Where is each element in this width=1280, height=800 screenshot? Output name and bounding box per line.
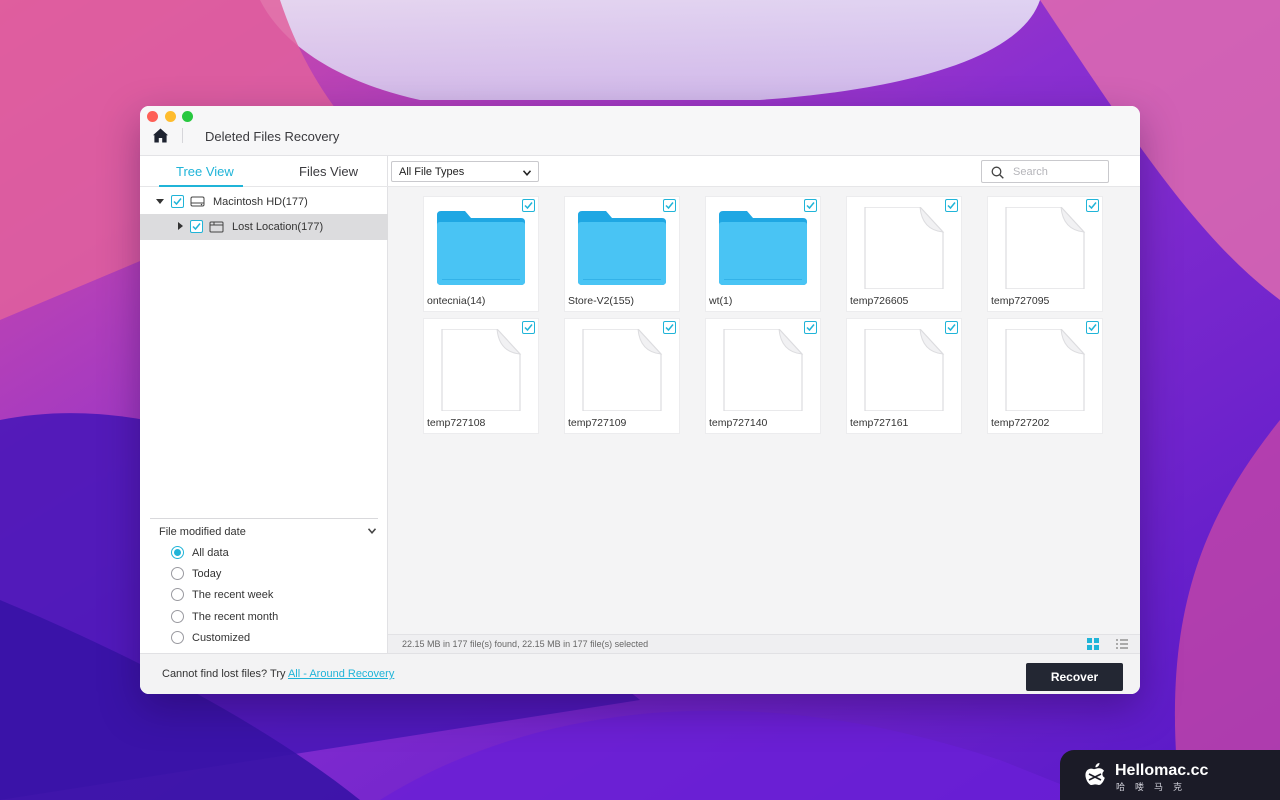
file-name: temp727140 [709,417,768,429]
list-view-icon[interactable] [1116,638,1128,650]
file-checkbox[interactable] [945,321,958,334]
tree-item-label: Lost Location(177) [232,221,324,233]
document-icon [441,329,522,411]
zoom-window-button[interactable] [182,111,193,122]
radio-label: The recent month [192,611,279,623]
file-item-temp727108[interactable]: temp727108 [424,319,538,433]
radio-button[interactable] [171,610,184,623]
radio-button[interactable] [171,631,184,644]
date-filter-panel: File modified date All data Today The re… [150,518,378,644]
all-around-recovery-link[interactable]: All - Around Recovery [288,668,394,680]
chevron-down-icon[interactable] [368,528,376,534]
minimize-window-button[interactable] [165,111,176,122]
file-name: temp727095 [991,295,1050,307]
grid-view-icon[interactable] [1087,638,1099,650]
file-item-temp727140[interactable]: temp727140 [706,319,820,433]
tree-item-macintosh-hd[interactable]: Macintosh HD(177) [140,189,388,215]
document-icon [723,329,804,411]
sidebar: Tree View Files View Macintosh HD(177) L… [140,156,388,653]
watermark-badge: Hellomac.cc 哈喽马克 [1060,750,1280,800]
footer-prompt-text: Cannot find lost files? Try [162,668,288,680]
file-checkbox[interactable] [804,199,817,212]
document-icon [1005,329,1086,411]
document-icon [864,329,945,411]
chevron-right-icon[interactable] [176,222,184,230]
search-box[interactable] [981,160,1109,183]
search-icon [991,166,1004,179]
file-item-temp726605[interactable]: temp726605 [847,197,961,311]
file-name: temp727108 [427,417,486,429]
app-title: Deleted Files Recovery [205,129,340,144]
file-item-temp727202[interactable]: temp727202 [988,319,1102,433]
file-name: temp727161 [850,417,909,429]
file-name: ontecnia(14) [427,295,486,307]
radio-label: The recent week [192,589,274,601]
checkbox-lost-location[interactable] [190,220,203,233]
file-item-temp727095[interactable]: temp727095 [988,197,1102,311]
file-name: Store-V2(155) [568,295,634,307]
file-checkbox[interactable] [522,199,535,212]
apple-logo-icon [1085,763,1105,786]
document-icon [1005,207,1086,289]
radio-label: Customized [192,632,251,644]
file-item-temp727109[interactable]: temp727109 [565,319,679,433]
footer-bar: Cannot find lost files? Try All - Around… [140,653,1140,694]
title-bar: Deleted Files Recovery [140,106,1140,156]
radio-button[interactable] [171,588,184,601]
search-input[interactable] [1013,164,1103,180]
file-type-dropdown[interactable]: All File Types [391,161,539,182]
home-icon[interactable] [152,127,169,144]
footer-prompt: Cannot find lost files? Try All - Around… [162,668,394,680]
folder-outline-icon [209,221,224,233]
file-item-store-v2[interactable]: Store-V2(155) [565,197,679,311]
status-bar: 22.15 MB in 177 file(s) found, 22.15 MB … [388,634,1140,653]
radio-label: Today [192,568,222,580]
toolbar: All File Types [388,156,1140,187]
file-type-value: All File Types [399,166,465,178]
tree-item-lost-location[interactable]: Lost Location(177) [140,214,388,240]
file-item-ontecnia[interactable]: ontecnia(14) [424,197,538,311]
tree-item-label: Macintosh HD(177) [213,196,308,208]
status-text: 22.15 MB in 177 file(s) found, 22.15 MB … [402,639,649,649]
active-tab-indicator [159,185,243,187]
view-tabs: Tree View Files View [140,156,388,187]
close-window-button[interactable] [147,111,158,122]
radio-button[interactable] [171,546,184,559]
file-name: temp727109 [568,417,627,429]
folder-icon [578,211,666,285]
watermark-title: Hellomac.cc [1115,762,1209,779]
document-icon [582,329,663,411]
file-name: temp727202 [991,417,1050,429]
file-name: wt(1) [709,295,733,307]
watermark-subtitle: 哈喽马克 [1116,782,1193,792]
file-checkbox[interactable] [522,321,535,334]
radio-label: All data [192,547,229,559]
folder-icon [437,211,525,285]
tab-files-view[interactable]: Files View [299,164,358,179]
filter-title: File modified date [159,526,246,538]
file-item-temp727161[interactable]: temp727161 [847,319,961,433]
checkbox-macintosh-hd[interactable] [171,195,184,208]
file-name: temp726605 [850,295,909,307]
folder-icon [719,211,807,285]
document-icon [864,207,945,289]
hard-drive-icon [190,196,205,207]
file-item-wt[interactable]: wt(1) [706,197,820,311]
recover-button[interactable]: Recover [1026,663,1123,691]
file-checkbox[interactable] [663,199,676,212]
tab-tree-view[interactable]: Tree View [176,164,234,179]
file-checkbox[interactable] [1086,321,1099,334]
chevron-down-icon[interactable] [156,197,164,205]
file-browser: All File Types ontecnia(14) [388,156,1140,653]
file-checkbox[interactable] [804,321,817,334]
radio-button[interactable] [171,567,184,580]
file-checkbox[interactable] [945,199,958,212]
file-checkbox[interactable] [663,321,676,334]
title-separator [182,128,183,143]
file-checkbox[interactable] [1086,199,1099,212]
app-window: Deleted Files Recovery Tree View Files V… [140,106,1140,694]
chevron-down-icon [523,170,531,176]
